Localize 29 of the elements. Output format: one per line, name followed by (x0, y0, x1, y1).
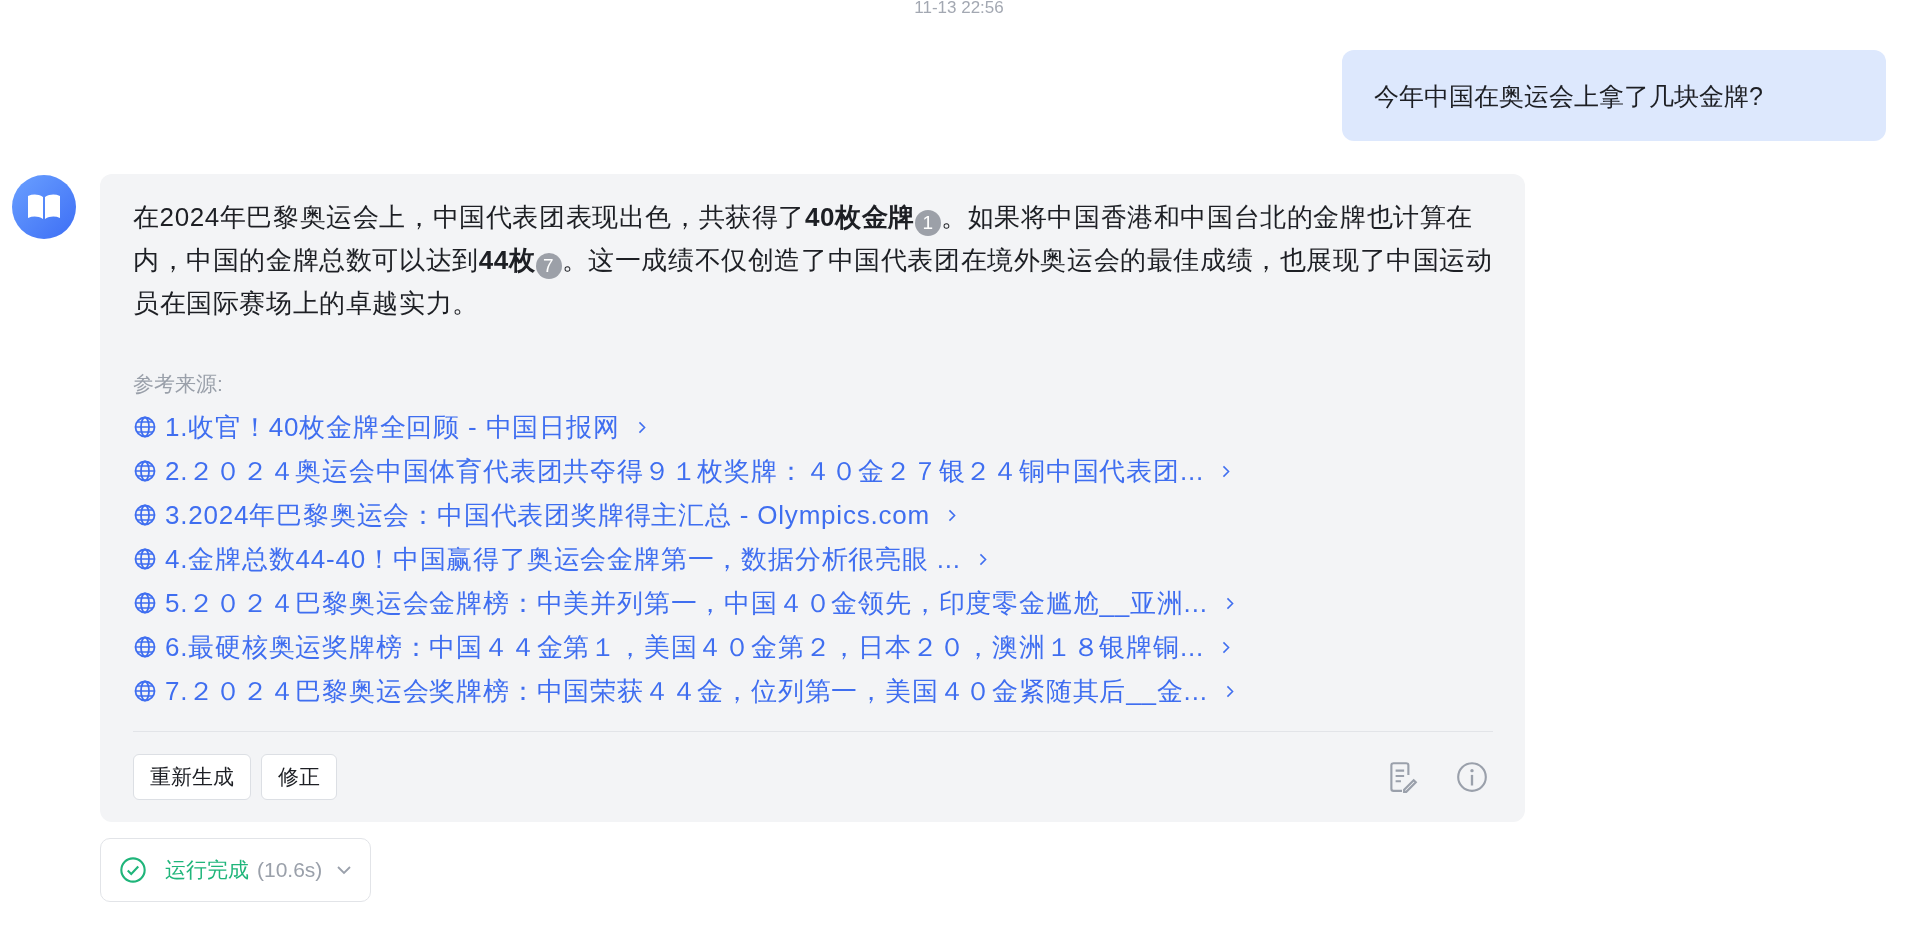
timestamp: 11-13 22:56 (914, 0, 1004, 16)
source-link[interactable]: 4.金牌总数44-40！中国赢得了奥运会金牌第一，数据分析很亮眼 ... (133, 537, 989, 581)
action-button[interactable]: 修正 (261, 754, 337, 800)
duration-text: (10.6s) (257, 858, 323, 882)
answer-text: 在2024年巴黎奥运会上，中国代表团表现出色，共获得了40枚金牌 1 。如果将中国香港和中国台北的金牌也计算在内，中国的金牌总数可以达到44枚 7 。这一成绩不仅创造了中国代表团在境外奥运会的最佳成绩，也展现了中国运动员在国际赛场上的卓越实力。 (133, 201, 1493, 320)
globe-icon (133, 635, 157, 659)
globe-icon (133, 459, 157, 483)
sources-label: 参考来源: (133, 371, 224, 397)
source-link[interactable]: 2.２０２４奥运会中国体育代表团共夺得９１枚奖牌：４０金２７银２４铜中国代表团... (133, 449, 1232, 493)
chevron-down-icon (336, 865, 353, 875)
citation-badge[interactable]: 7 (535, 253, 562, 279)
info-icon[interactable] (1455, 760, 1489, 794)
source-link[interactable]: 1.收官！40枚金牌全回顾 - 中国日报网 (133, 405, 648, 449)
run-status[interactable]: 运行完成 (10.6s) (100, 838, 372, 902)
source-link[interactable]: 5.２０２４巴黎奥运会金牌榜：中美并列第一，中国４０金领先，印度零金尴尬__亚洲... (133, 581, 1236, 625)
citation-badge[interactable]: 1 (914, 210, 941, 236)
check-circle-icon (119, 856, 147, 884)
source-link[interactable]: 3.2024年巴黎奥运会：中国代表团奖牌得主汇总 - Olympics.com (133, 493, 959, 537)
status-label: 运行完成 (165, 857, 249, 883)
book-avatar-icon (12, 175, 76, 239)
globe-icon (133, 503, 157, 527)
source-link[interactable]: 7.２０２４巴黎奥运会奖牌榜：中国荣获４４金，位列第一，美国４０金紧随其后__金... (133, 669, 1236, 713)
globe-icon (133, 547, 157, 571)
action-button[interactable]: 重新生成 (133, 754, 251, 800)
globe-icon (133, 679, 157, 703)
globe-icon (133, 415, 157, 439)
user-message: 今年中国在奥运会上拿了几块金牌? (1342, 50, 1886, 141)
globe-icon (133, 591, 157, 615)
source-link[interactable]: 6.最硬核奥运奖牌榜：中国４４金第１，美国４０金第２，日本２０，澳洲１８银牌铜... (133, 625, 1232, 669)
